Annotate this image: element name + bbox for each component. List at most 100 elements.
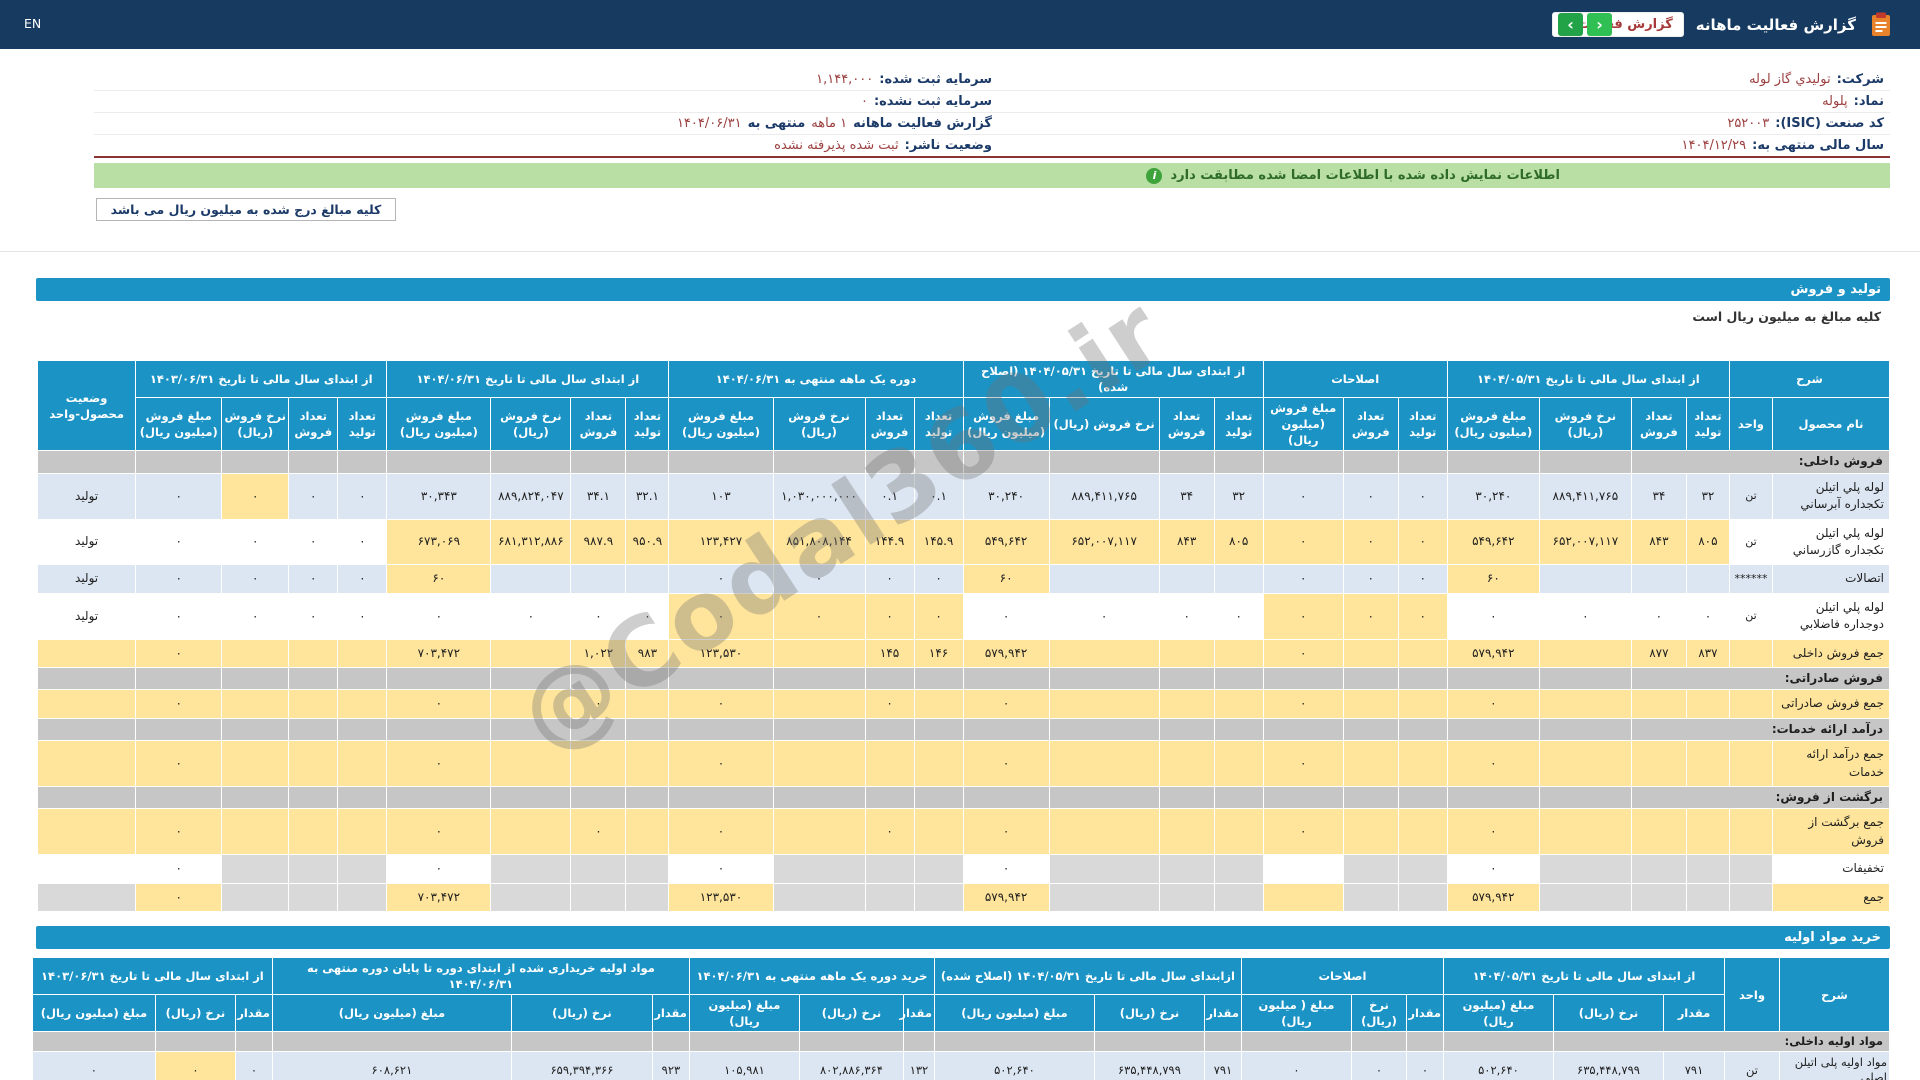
value-cell bbox=[1398, 883, 1447, 911]
value-cell bbox=[1049, 690, 1159, 718]
section-cell bbox=[1406, 1032, 1443, 1052]
page-title: گزارش فعالیت ماهانه bbox=[1696, 16, 1856, 34]
section-cell bbox=[914, 718, 963, 740]
value-cell: ۰ bbox=[963, 690, 1049, 718]
company-value: توليدي گاز لوله bbox=[1749, 72, 1831, 87]
section-row: مواد اولیه داخلی: bbox=[32, 1032, 1889, 1052]
section-cell bbox=[1398, 786, 1447, 808]
section-cell bbox=[934, 1032, 1094, 1052]
value-cell: ۰ bbox=[1447, 593, 1539, 639]
section-cell bbox=[1049, 667, 1159, 689]
row-label-cell: لوله پلي اتيلن تكجداره گازرساني bbox=[1772, 519, 1889, 565]
value-cell: ۰ bbox=[338, 593, 387, 639]
value-cell: ۶۵۲,۰۰۷,۱۱۷ bbox=[1049, 519, 1159, 565]
section-cell bbox=[289, 718, 338, 740]
column-group-header: ازابتدای سال مالی تا تاریخ ۱۴۰۴/۰۵/۳۱ (ا… bbox=[934, 957, 1241, 994]
section-cell bbox=[773, 451, 865, 473]
section-cell bbox=[963, 451, 1049, 473]
info-company: شرکت: توليدي گاز لوله bbox=[992, 72, 1884, 87]
column-subheader: مبلغ (میلیون ریال) bbox=[272, 995, 511, 1032]
value-cell bbox=[338, 639, 387, 667]
value-cell: ۶۳۵,۴۴۸,۷۹۹ bbox=[1094, 1052, 1204, 1080]
column-group-header: اصلاحات bbox=[1263, 361, 1447, 398]
value-cell: ۱,۰۲۲ bbox=[571, 639, 626, 667]
section-cell bbox=[289, 451, 338, 473]
value-cell bbox=[222, 639, 289, 667]
section-cell bbox=[1241, 1032, 1351, 1052]
section-cell bbox=[38, 667, 136, 689]
value-cell: ۶۰ bbox=[1447, 565, 1539, 593]
column-group-header: از ابتدای سال مالی تا تاریخ ۱۴۰۴/۰۵/۳۱ (… bbox=[963, 361, 1263, 398]
value-cell: ۰ bbox=[669, 565, 773, 593]
column-subheader: مبلغ ( میلیون ریال) bbox=[1241, 995, 1351, 1032]
status-cell bbox=[38, 809, 136, 855]
value-cell: ۰ bbox=[222, 565, 289, 593]
info-row-company: شرکت: توليدي گاز لوله سرمایه ثبت شده: ۱,… bbox=[94, 69, 1890, 91]
value-cell: ۰ bbox=[289, 473, 338, 519]
column-subheader: مبلغ فروش (میلیون ریال) bbox=[963, 398, 1049, 451]
value-cell: ۱۲۳,۵۳۰ bbox=[669, 639, 773, 667]
section-cell bbox=[1263, 667, 1343, 689]
section-cell bbox=[773, 718, 865, 740]
section-cell bbox=[865, 786, 914, 808]
value-cell bbox=[571, 883, 626, 911]
column-group-header: اصلاحات bbox=[1241, 957, 1443, 994]
value-cell bbox=[1539, 883, 1631, 911]
section-cell bbox=[1539, 667, 1631, 689]
table-row: اتصالات******۶۰۰۰۰۶۰۰۰۰۰۶۰۰۰۰۰تولید bbox=[38, 565, 1890, 593]
value-cell bbox=[1343, 883, 1398, 911]
amounts-unit-note: کلیه مبالغ درج شده به میلیون ریال می باش… bbox=[96, 198, 396, 221]
table-row: مواد اولیه پلی اتیلن اصليتن۷۹۱۶۳۵,۴۴۸,۷۹… bbox=[32, 1052, 1889, 1080]
top-navigation-bar: گزارش فعالیت ماهانه گزارش فعالیت ▼ ‹ › E… bbox=[0, 0, 1920, 49]
value-cell: ۰ bbox=[1214, 593, 1263, 639]
unit-cell: تن bbox=[1729, 519, 1772, 565]
value-cell: ۰ bbox=[289, 519, 338, 565]
section-cell bbox=[38, 718, 136, 740]
previous-report-button[interactable]: ‹ bbox=[1558, 13, 1583, 36]
value-cell: ۸۸۹,۸۲۴,۰۴۷ bbox=[491, 473, 571, 519]
value-cell: ۰ bbox=[338, 473, 387, 519]
value-cell: ۸۸۹,۴۱۱,۷۶۵ bbox=[1049, 473, 1159, 519]
column-subheader: تعداد تولید bbox=[1686, 398, 1729, 451]
section-cell bbox=[1443, 1032, 1553, 1052]
column-subheader: مبلغ فروش (میلیون ریال) bbox=[1447, 398, 1539, 451]
period-ending-label: منتهی به bbox=[748, 116, 806, 131]
column-subheader: تعداد تولید bbox=[1398, 398, 1447, 451]
section-cell bbox=[1263, 718, 1343, 740]
value-cell bbox=[1159, 741, 1214, 787]
value-cell: ۵۴۹,۶۴۲ bbox=[1447, 519, 1539, 565]
value-cell: ۸۰۵ bbox=[1686, 519, 1729, 565]
value-cell bbox=[1539, 855, 1631, 883]
section-cell bbox=[963, 718, 1049, 740]
value-cell: ۱۴۶ bbox=[914, 639, 963, 667]
column-subheader: نرخ (ریال) bbox=[1554, 995, 1664, 1032]
section-label: مواد اولیه داخلی: bbox=[1554, 1032, 1890, 1052]
value-cell bbox=[914, 883, 963, 911]
section-cell bbox=[32, 1032, 155, 1052]
next-report-button[interactable]: › bbox=[1587, 13, 1612, 36]
value-cell bbox=[626, 690, 669, 718]
section-cell bbox=[136, 718, 222, 740]
raw-materials-band: خرید مواد اولیه bbox=[36, 926, 1890, 949]
language-switch-en[interactable]: EN bbox=[24, 16, 41, 31]
value-cell: ۹۸۳ bbox=[626, 639, 669, 667]
status-cell bbox=[38, 741, 136, 787]
section-cell bbox=[1094, 1032, 1204, 1052]
info-icon: i bbox=[1146, 168, 1162, 184]
value-cell: ۷۹۱ bbox=[1204, 1052, 1241, 1080]
column-subheader: واحد bbox=[1729, 398, 1772, 451]
value-cell bbox=[1049, 565, 1159, 593]
section-cell bbox=[387, 718, 491, 740]
signature-match-banner: اطلاعات نمایش داده شده با اطلاعات امضا ش… bbox=[94, 163, 1890, 188]
value-cell: ۰ bbox=[1263, 519, 1343, 565]
column-group-header: شرح bbox=[1780, 957, 1890, 1031]
value-cell: ۰ bbox=[1263, 639, 1343, 667]
row-label-cell: جمع درآمد ارائه خدمات bbox=[1772, 741, 1889, 787]
section-cell bbox=[1214, 786, 1263, 808]
status-cell: تولید bbox=[38, 593, 136, 639]
value-cell: ۰ bbox=[914, 565, 963, 593]
value-cell bbox=[626, 855, 669, 883]
section-cell bbox=[689, 1032, 799, 1052]
value-cell bbox=[1049, 741, 1159, 787]
column-group-header: از ابتدای سال مالی تا تاریخ ۱۴۰۳/۰۶/۳۱ bbox=[136, 361, 387, 398]
